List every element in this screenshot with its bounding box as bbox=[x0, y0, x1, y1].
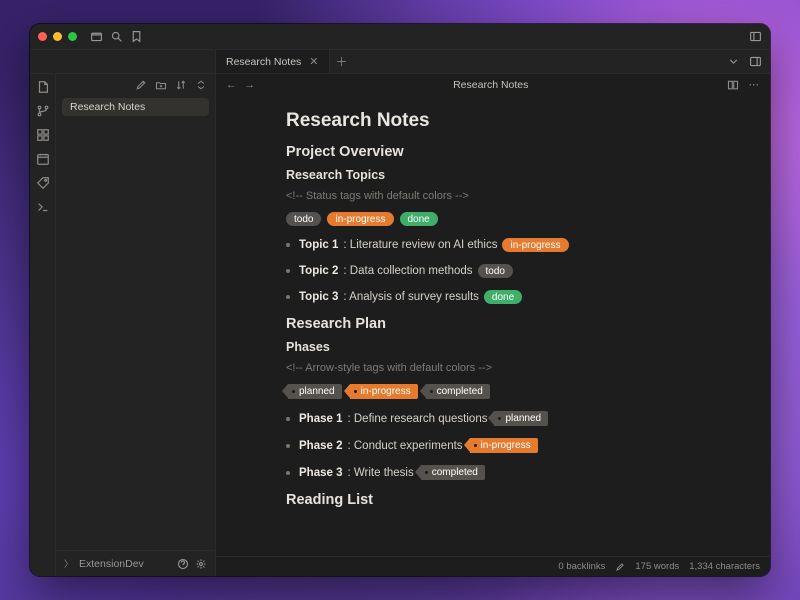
tag-todo[interactable]: todo bbox=[478, 264, 513, 278]
topics-list: Topic 1: Literature review on AI ethics … bbox=[286, 238, 744, 304]
close-tab-icon[interactable]: ✕ bbox=[309, 55, 318, 68]
tab-dropdown-icon[interactable] bbox=[726, 55, 740, 69]
compose-icon[interactable] bbox=[135, 79, 147, 91]
new-folder-icon[interactable] bbox=[155, 79, 167, 91]
reading-h2: Reading List bbox=[286, 492, 744, 508]
word-count[interactable]: 175 words bbox=[635, 561, 679, 572]
sidebar-item-research-notes[interactable]: Research Notes bbox=[62, 98, 209, 116]
status-bar: 0 backlinks 175 words 1,334 characters bbox=[216, 556, 770, 576]
document-content[interactable]: Research Notes Project Overview Research… bbox=[216, 96, 770, 556]
sort-icon[interactable] bbox=[175, 79, 187, 91]
sidebar-toolbar bbox=[56, 74, 215, 96]
editor-pane: ← → Research Notes ⋯ Research Notes Proj… bbox=[216, 74, 770, 576]
arrow-tags-row: planned in-progress completed bbox=[286, 384, 744, 399]
char-count[interactable]: 1,334 characters bbox=[689, 561, 760, 572]
tag-rail-icon[interactable] bbox=[36, 176, 50, 190]
more-menu-icon[interactable]: ⋯ bbox=[749, 79, 761, 91]
list-item: Phase 1: Define research questions plann… bbox=[286, 411, 744, 426]
new-file-icon[interactable] bbox=[36, 80, 50, 94]
list-item: Topic 2: Data collection methods todo bbox=[286, 264, 744, 278]
nav-back-icon[interactable]: ← bbox=[226, 79, 237, 91]
calendar-icon[interactable] bbox=[36, 152, 50, 166]
list-item: Topic 1: Literature review on AI ethics … bbox=[286, 238, 744, 252]
sidebar-footer: 〉 ExtensionDev bbox=[56, 550, 215, 576]
tag-in-progress[interactable]: in-progress bbox=[502, 238, 568, 252]
list-item: Phase 3: Write thesis completed bbox=[286, 465, 744, 480]
plan-h2: Research Plan bbox=[286, 316, 744, 332]
grid-icon[interactable] bbox=[36, 128, 50, 142]
file-sidebar: Research Notes 〉 ExtensionDev bbox=[56, 74, 216, 576]
panel-toggle-icon[interactable] bbox=[748, 30, 762, 44]
topics-h3: Research Topics bbox=[286, 168, 744, 182]
list-item: Topic 3: Analysis of survey results done bbox=[286, 290, 744, 304]
collapse-icon[interactable] bbox=[195, 79, 207, 91]
atag-planned[interactable]: planned bbox=[494, 411, 548, 426]
settings-gear-icon[interactable] bbox=[195, 558, 207, 570]
minimize-window-button[interactable] bbox=[53, 32, 62, 41]
editor-topbar: ← → Research Notes ⋯ bbox=[216, 74, 770, 96]
titlebar bbox=[30, 24, 770, 50]
phases-list: Phase 1: Define research questions plann… bbox=[286, 411, 744, 480]
pen-icon[interactable] bbox=[615, 562, 625, 572]
phases-h3: Phases bbox=[286, 340, 744, 354]
traffic-lights bbox=[38, 32, 77, 41]
workspace-name[interactable]: ExtensionDev bbox=[79, 558, 144, 570]
terminal-icon[interactable] bbox=[36, 200, 50, 214]
atag-in-progress[interactable]: in-progress bbox=[350, 384, 418, 399]
git-branch-icon[interactable] bbox=[36, 104, 50, 118]
topics-comment: <!-- Status tags with default colors --> bbox=[286, 190, 744, 202]
atag-completed[interactable]: completed bbox=[426, 384, 490, 399]
atag-in-progress[interactable]: in-progress bbox=[470, 438, 538, 453]
atag-planned[interactable]: planned bbox=[288, 384, 342, 399]
backlinks-count[interactable]: 0 backlinks bbox=[558, 561, 605, 572]
list-item: Phase 2: Conduct experiments in-progress bbox=[286, 438, 744, 453]
reading-mode-icon[interactable] bbox=[727, 79, 739, 91]
overview-h2: Project Overview bbox=[286, 144, 744, 160]
tag-done[interactable]: done bbox=[484, 290, 522, 304]
right-panel-icon[interactable] bbox=[748, 55, 762, 69]
breadcrumb: Research Notes bbox=[265, 79, 717, 91]
tab-research-notes[interactable]: Research Notes ✕ bbox=[216, 50, 330, 73]
tag-in-progress[interactable]: in-progress bbox=[327, 212, 393, 226]
nav-forward-icon[interactable]: → bbox=[245, 79, 256, 91]
status-tags-row: todo in-progress done bbox=[286, 212, 744, 226]
bookmark-icon[interactable] bbox=[129, 30, 143, 44]
sidebar-folder-icon[interactable] bbox=[89, 30, 103, 44]
phases-comment: <!-- Arrow-style tags with default color… bbox=[286, 362, 744, 374]
tag-done[interactable]: done bbox=[400, 212, 438, 226]
chevron-right-icon[interactable]: 〉 bbox=[64, 557, 73, 570]
app-window: Research Notes ✕ ＋ Research Notes bbox=[30, 24, 770, 576]
help-icon[interactable] bbox=[177, 558, 189, 570]
new-tab-button[interactable]: ＋ bbox=[330, 50, 354, 73]
tab-label: Research Notes bbox=[226, 56, 301, 68]
zoom-window-button[interactable] bbox=[68, 32, 77, 41]
search-icon[interactable] bbox=[109, 30, 123, 44]
close-window-button[interactable] bbox=[38, 32, 47, 41]
activity-rail bbox=[30, 74, 56, 576]
tab-strip: Research Notes ✕ ＋ bbox=[30, 50, 770, 74]
atag-completed[interactable]: completed bbox=[421, 465, 485, 480]
tag-todo[interactable]: todo bbox=[286, 212, 321, 226]
doc-h1: Research Notes bbox=[286, 110, 744, 132]
